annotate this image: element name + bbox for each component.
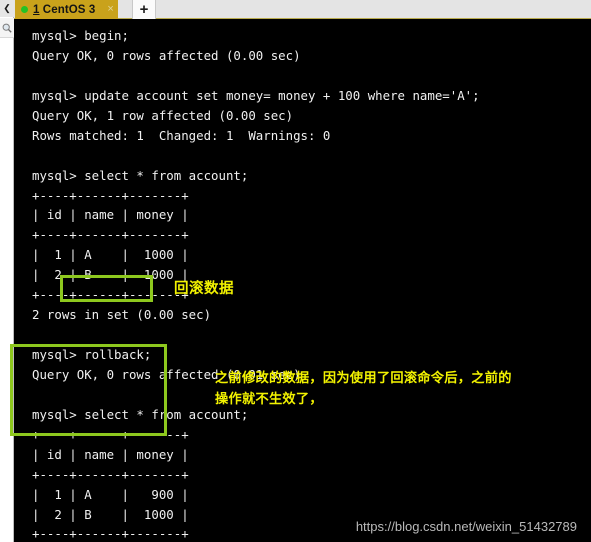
tab-title-label: CentOS 3: [39, 3, 96, 16]
terminal-line: mysql> rollback;: [32, 347, 152, 362]
terminal-line: mysql> update account set money= money +…: [32, 87, 480, 103]
terminal-line: | 2 | B | 1000 |: [32, 267, 189, 283]
tab-bar: 1 CentOS 3 × +: [14, 0, 591, 19]
terminal-line: | id | name | money |: [32, 207, 189, 223]
annotation-rollback-note: 回滚数据: [174, 281, 234, 297]
terminal-line: +----+------+-------+: [32, 287, 189, 303]
tab-centos-3[interactable]: 1 CentOS 3 ×: [15, 0, 118, 19]
terminal-line: +----+------+-------+: [32, 466, 189, 482]
tab-label: 1 CentOS 3: [33, 4, 95, 16]
chevron-left-icon: ❮: [3, 3, 11, 13]
close-icon[interactable]: ×: [107, 4, 113, 15]
terminal-line: Query OK, 1 row affected (0.00 sec): [32, 107, 294, 123]
terminal-output-pane[interactable]: mysql> begin; Query OK, 0 rows affected (…: [14, 19, 591, 542]
terminal-window: ❮ 1 CentOS 3 × + mysql> begin; Query OK, …: [0, 0, 591, 542]
plus-icon: +: [139, 1, 149, 18]
terminal-line: 2 rows in set (0.00 sec): [32, 307, 212, 323]
terminal-line: mysql> select * from account;: [32, 167, 249, 183]
terminal-line: Query OK, 0 rows affected (0.00 sec): [32, 47, 301, 63]
terminal-line: | id | name | money |: [32, 446, 189, 462]
terminal-line: Rows matched: 1 Changed: 1 Warnings: 0: [32, 127, 331, 143]
search-sidebar-button[interactable]: [0, 18, 14, 38]
terminal-line: +----+------+-------+: [32, 187, 189, 203]
terminal-line: +----+------+-------+: [32, 426, 189, 442]
collapse-sidebar-button[interactable]: ❮: [0, 0, 14, 17]
terminal-line: +----+------+-------+: [32, 227, 189, 243]
terminal-line: | 1 | A | 900 |: [32, 486, 189, 502]
search-icon: [2, 23, 12, 33]
annotation-explain-note: 之前修改的数据，因为使用了回滚命令后，之前的 操作就不生效了，: [215, 371, 512, 407]
left-rail: ❮: [0, 0, 14, 542]
terminal-line: mysql> begin;: [32, 28, 129, 43]
terminal-text: mysql> begin; Query OK, 0 rows affected (…: [32, 26, 480, 542]
watermark-text: https://blog.csdn.net/weixin_51432789: [355, 519, 577, 534]
connection-status-dot-icon: [21, 6, 28, 13]
new-tab-button[interactable]: +: [132, 0, 156, 19]
terminal-line: | 1 | A | 1000 |: [32, 247, 189, 263]
